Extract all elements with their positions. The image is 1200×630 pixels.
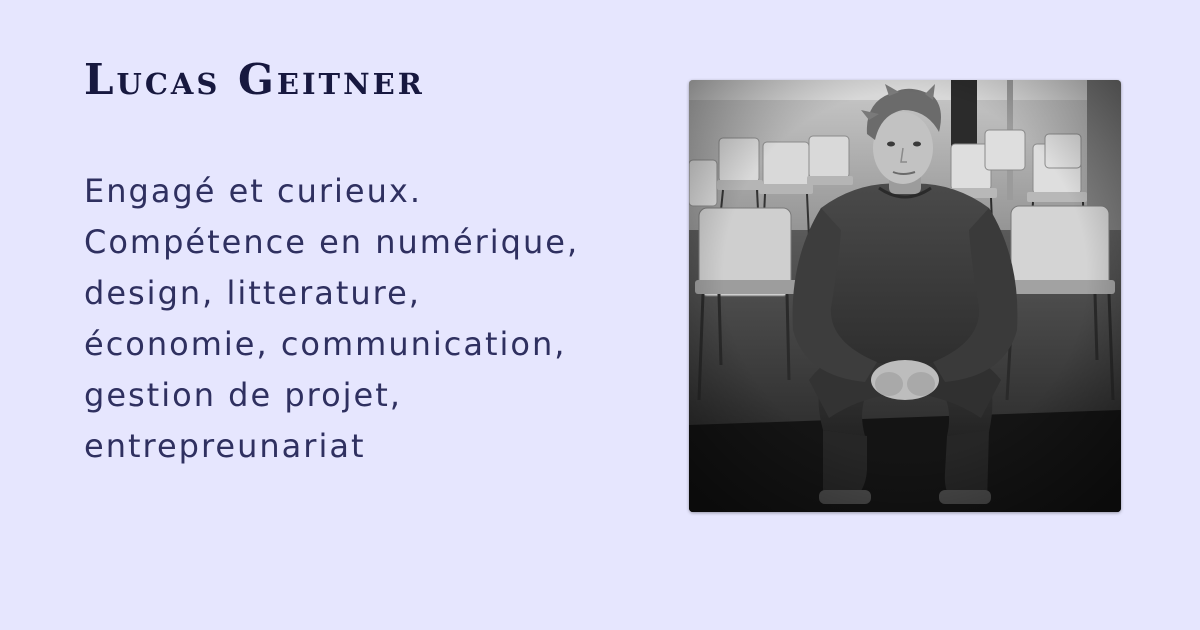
bio-line: gestion de projet, [84, 376, 402, 414]
bio-line: design, litterature, [84, 274, 421, 312]
profile-photo [689, 80, 1121, 512]
bio-line: économie, communication, [84, 325, 567, 363]
bio-line: Engagé et curieux. [84, 172, 422, 210]
profile-card: Lucas Geitner Engagé et curieux. Compéte… [0, 0, 1200, 630]
bio-line: entrepreunariat [84, 427, 366, 465]
profile-bio: Engagé et curieux. Compétence en numériq… [84, 166, 644, 472]
profile-name: Lucas Geitner [84, 55, 425, 104]
profile-text-column: Lucas Geitner Engagé et curieux. Compéte… [84, 52, 644, 472]
bio-line: Compétence en numérique, [84, 223, 580, 261]
